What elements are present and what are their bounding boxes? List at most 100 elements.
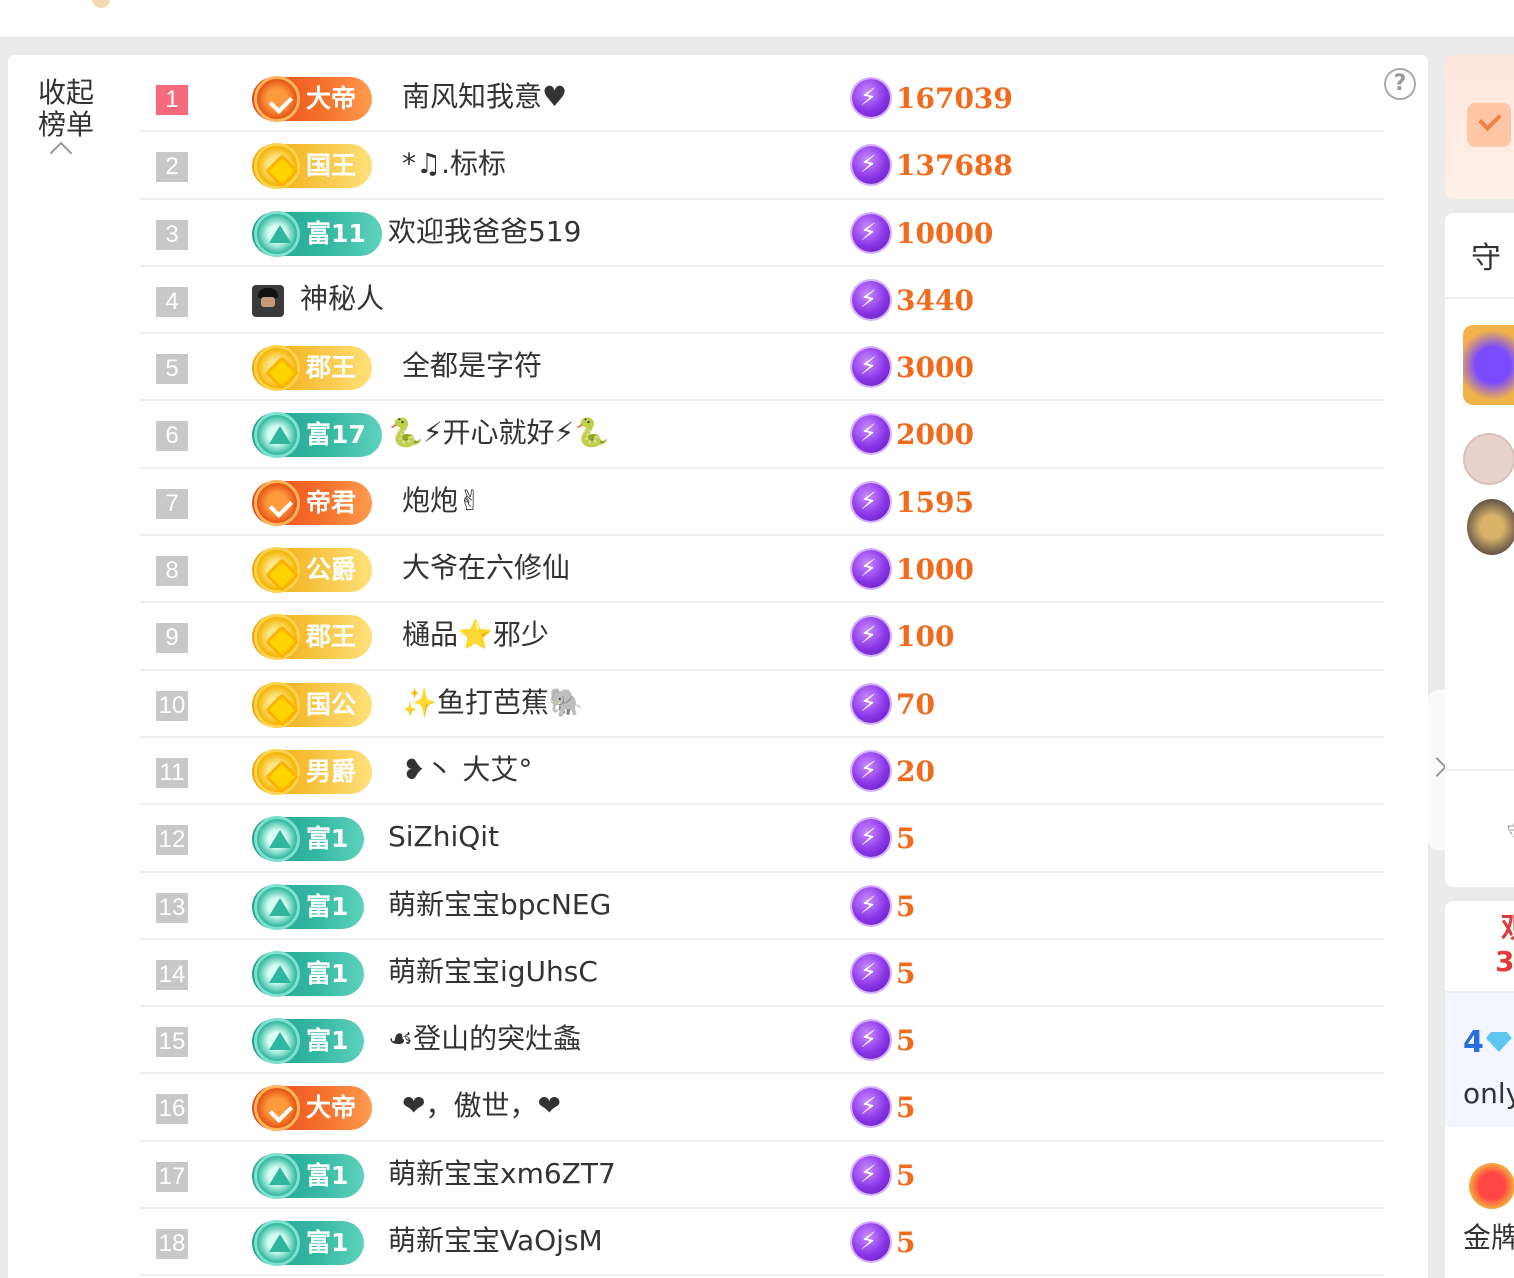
badge-label: 富17 [306,420,366,450]
energy-bolt-icon [852,280,890,319]
divider [1445,769,1514,771]
mystery-avatar-icon [252,284,284,317]
energy-bolt-icon [852,550,890,589]
user-name[interactable]: ❤，傲世，❤ [402,1084,561,1128]
guardian-emblem-icon[interactable] [1463,325,1514,405]
checkin-card[interactable] [1445,55,1514,199]
user-name[interactable]: 🐍⚡开心就好⚡🐍 [388,411,609,455]
audience-card: 观 3 4 only 金牌 [1445,901,1514,1278]
score-value: 1000 [896,553,974,587]
audience-tab-label[interactable]: 观 [1501,911,1514,945]
user-name[interactable]: 萌新宝宝bpcNEG [388,883,611,927]
rank-number: 4 [156,286,188,317]
table-row[interactable]: 2 国王 *♫.标标 137688 [140,132,1384,200]
top-bar [0,0,1514,38]
table-row[interactable]: 6 富17 🐍⚡开心就好⚡🐍 2000 [140,401,1384,469]
rank-number: 17 [156,1161,188,1192]
rank-number: 7 [156,488,188,519]
badge-label: 郡王 [306,353,357,383]
energy-bolt-icon [852,1088,890,1127]
table-row[interactable]: 4 神秘人 3440 [140,267,1384,335]
badge-label: 富1 [306,891,349,921]
badge-emblem-icon [254,345,300,392]
energy-bolt-icon [852,617,890,656]
score-value: 20 [896,754,935,788]
score-value: 1595 [896,485,974,519]
user-name[interactable]: 大爷在六修仙 [402,546,570,590]
score-value: 137688 [896,149,1013,183]
badge-emblem-icon [254,1018,300,1065]
table-row[interactable]: 3 富11 欢迎我爸爸519 10000 [140,200,1384,267]
guardian-card: 守 守 [1445,213,1514,887]
badge-emblem-icon [254,143,300,190]
badge-emblem-icon [254,614,300,661]
user-name[interactable]: ❥丶 大艾° [402,748,532,792]
energy-bolt-icon [852,953,890,992]
badge-emblem-icon [254,479,300,526]
table-row[interactable]: 11 男爵 ❥丶 大艾° 20 [140,738,1384,806]
level-badge: 帝君 [252,479,373,526]
badge-emblem-icon [254,681,300,728]
badge-label: 富1 [306,958,349,988]
table-row[interactable]: 7 帝君 炮炮✌ 1595 [140,469,1384,537]
table-row[interactable]: 8 公爵 大爷在六修仙 1000 [140,536,1384,604]
badge-emblem-icon [254,950,300,997]
table-row[interactable]: 15 富1 ☙登山的突灶螽 5 [140,1007,1384,1075]
table-row[interactable]: 18 富1 萌新宝宝VaOjsM 5 [140,1209,1384,1277]
table-row[interactable]: 16 大帝 ❤，傲世，❤ 5 [140,1074,1384,1142]
badge-emblem-icon [254,816,300,863]
level-badge: 大帝 [252,1085,373,1132]
medal-icon [1469,1163,1514,1209]
score-value: 5 [896,956,916,990]
avatar[interactable] [1467,499,1514,555]
energy-bolt-icon [852,213,890,252]
badge-emblem-icon [254,883,300,930]
rank-number: 2 [156,152,188,183]
level-badge: 郡王 [252,614,373,661]
table-row[interactable]: 9 郡王 樋品⭐邪少 100 [140,603,1384,671]
rank-number: 12 [156,825,188,856]
user-name[interactable]: 樋品⭐邪少 [402,613,549,657]
table-row[interactable]: 5 郡王 全都是字符 3000 [140,334,1384,402]
score-value: 5 [896,822,916,856]
table-row[interactable]: 10 国公 ✨鱼打芭蕉🐘 70 [140,671,1384,738]
user-name[interactable]: 炮炮✌ [402,479,481,523]
logo-icon [92,0,110,8]
table-row[interactable]: 1 大帝 南风知我意♥ 167039 [140,65,1384,133]
collapse-leaderboard-button[interactable]: 收起 榜单 [38,77,118,165]
badge-emblem-icon [254,1085,300,1132]
help-icon[interactable]: ? [1384,68,1416,100]
table-row[interactable]: 17 富1 萌新宝宝xm6ZT7 5 [140,1142,1384,1210]
user-name[interactable]: 萌新宝宝xm6ZT7 [388,1152,616,1196]
score-value: 70 [896,687,935,721]
user-name[interactable]: 南风知我意♥ [402,75,567,119]
badge-label: 富1 [306,1160,349,1190]
user-name[interactable]: 萌新宝宝igUhsC [388,950,598,994]
badge-label: 国公 [306,689,357,719]
badge-label: 富1 [306,1026,349,1056]
badge-label: 大帝 [306,84,357,113]
badge-label: 富1 [306,1228,349,1258]
audience-user-name[interactable]: only [1463,1077,1514,1111]
avatar[interactable] [1463,433,1514,485]
table-row[interactable]: 13 富1 萌新宝宝bpcNEG 5 [140,873,1384,940]
score-value: 100 [896,620,955,654]
table-row[interactable]: 12 富1 SiZhiQit 5 [140,805,1384,873]
user-name[interactable]: 萌新宝宝VaOjsM [388,1219,603,1263]
user-name[interactable]: 神秘人 [300,277,384,321]
user-name[interactable]: 全都是字符 [402,344,542,388]
rank-number: 13 [156,892,188,923]
table-row[interactable]: 14 富1 萌新宝宝igUhsC 5 [140,940,1384,1008]
user-name[interactable]: 欢迎我爸爸519 [388,210,581,254]
level-badge: 国王 [252,143,373,190]
energy-bolt-icon [852,415,890,454]
badge-label: 富1 [306,824,349,854]
level-badge: 公爵 [252,547,373,594]
score-value: 3440 [896,283,974,317]
user-name[interactable]: SiZhiQit [388,815,499,859]
user-name[interactable]: ☙登山的突灶螽 [388,1017,581,1061]
user-name[interactable]: ✨鱼打芭蕉🐘 [402,681,584,725]
level-badge: 国公 [252,681,373,728]
user-name[interactable]: *♫.标标 [402,142,506,186]
diamond-level: 4 [1463,1025,1512,1061]
